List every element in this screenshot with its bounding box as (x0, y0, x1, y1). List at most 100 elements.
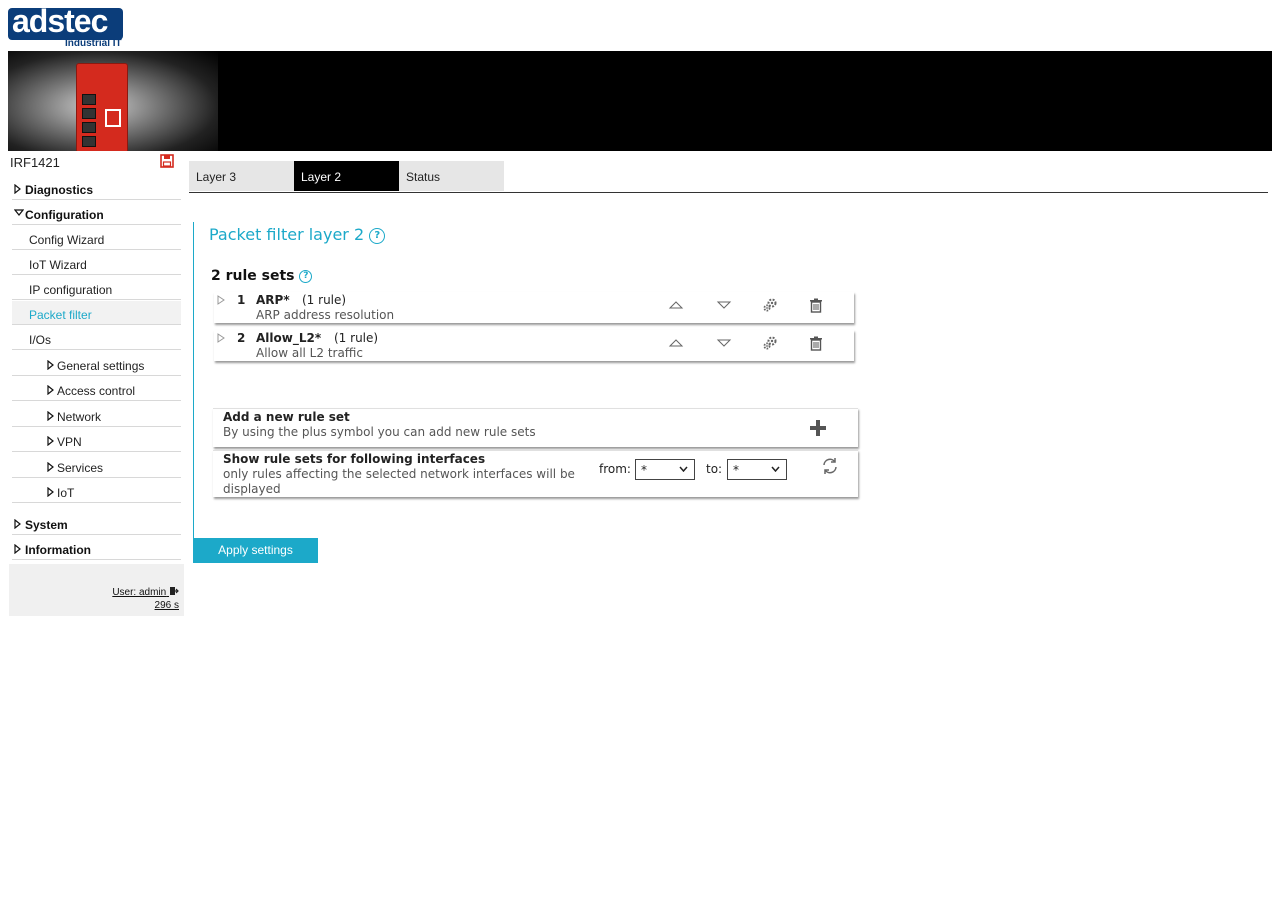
rule-description: Allow all L2 traffic (256, 346, 364, 360)
tab-bar: Layer 3 Layer 2 Status (189, 161, 1268, 193)
add-rule-set-description: By using the plus symbol you can add new… (223, 425, 536, 439)
rule-description: ARP address resolution (256, 308, 395, 322)
from-select-value: * (641, 463, 647, 477)
to-interface-select[interactable]: * (727, 459, 787, 480)
nav-label: General settings (57, 359, 145, 373)
move-up-icon[interactable] (668, 297, 684, 313)
rule-number: 2 (237, 331, 246, 345)
interface-filter-panel: Show rule sets for following interfaces … (213, 450, 858, 497)
add-rule-set-title: Add a new rule set (223, 410, 350, 424)
adstec-logo: adstec Industrial IT (8, 3, 128, 49)
triangle-right-icon (47, 487, 54, 497)
page-title-text: Packet filter layer 2 (209, 225, 365, 244)
expand-icon[interactable] (217, 333, 225, 343)
nav-iot-wizard[interactable]: IoT Wizard (12, 251, 181, 275)
triangle-right-icon (47, 385, 54, 395)
device-image (76, 63, 128, 151)
logo-text: adstec (12, 3, 108, 39)
trash-icon[interactable] (808, 335, 824, 351)
move-down-icon[interactable] (716, 335, 732, 351)
nav-network[interactable]: Network (12, 403, 181, 427)
nav-label: Packet filter (29, 308, 92, 322)
nav-label: I/Os (29, 333, 52, 347)
triangle-right-icon (47, 360, 54, 370)
nav-ip-configuration[interactable]: IP configuration (12, 276, 181, 300)
logo-subtitle: Industrial IT (65, 38, 122, 49)
rule-set-row: 1 ARP* (1 rule) ARP address resolution (214, 292, 854, 323)
nav-label: Configuration (25, 208, 104, 222)
user-session-box: User: admin 296 s (9, 564, 184, 616)
nav-access-control[interactable]: Access control (12, 377, 181, 401)
rule-set-count-text: 2 rule sets (211, 268, 295, 284)
to-label: to: (706, 462, 723, 476)
from-interface-select[interactable]: * (635, 459, 695, 480)
triangle-down-icon (14, 209, 24, 216)
nav-system[interactable]: System (12, 511, 181, 535)
nav-label: IP configuration (29, 283, 113, 297)
chevron-down-icon (679, 466, 688, 472)
content-divider (193, 222, 194, 540)
gears-icon[interactable] (762, 297, 778, 313)
tab-label: Layer 2 (301, 170, 342, 184)
move-down-icon[interactable] (716, 297, 732, 313)
nav-label: Services (57, 461, 104, 475)
triangle-right-icon (47, 411, 54, 421)
nav-packet-filter[interactable]: Packet filter (12, 301, 181, 325)
nav-label: VPN (57, 435, 82, 449)
to-select-value: * (733, 463, 739, 477)
nav-label: Access control (57, 384, 136, 398)
triangle-right-icon (47, 462, 54, 472)
triangle-right-icon (14, 519, 21, 529)
user-label: User: admin (112, 587, 167, 598)
tab-label: Status (406, 170, 441, 184)
refresh-icon[interactable] (821, 457, 839, 475)
from-label: from: (599, 462, 631, 476)
expand-icon[interactable] (217, 295, 225, 305)
nav-vpn[interactable]: VPN (12, 428, 181, 452)
user-link[interactable]: User: admin (112, 586, 179, 598)
rule-count: (1 rule) (302, 293, 347, 307)
chevron-down-icon (771, 466, 780, 472)
rule-number: 1 (237, 293, 246, 307)
apply-settings-button[interactable]: Apply settings (193, 538, 318, 563)
nav-label: IoT (57, 486, 75, 500)
nav-label: IoT Wizard (29, 258, 87, 272)
rule-set-count: 2 rule sets ? (211, 268, 313, 284)
help-icon[interactable]: ? (299, 269, 313, 283)
rule-set-row: 2 Allow_L2* (1 rule) Allow all L2 traffi… (214, 330, 854, 361)
gears-icon[interactable] (762, 335, 778, 351)
tab-layer-3[interactable]: Layer 3 (189, 161, 294, 191)
nav-label: System (25, 518, 68, 532)
rule-name: ARP* (256, 293, 290, 307)
nav-services[interactable]: Services (12, 454, 181, 478)
nav-configuration[interactable]: Configuration (12, 201, 181, 225)
triangle-right-icon (47, 436, 54, 446)
nav-information[interactable]: Information (12, 536, 181, 560)
triangle-right-icon (14, 544, 21, 554)
nav-label: Network (57, 410, 102, 424)
nav-config-wizard[interactable]: Config Wizard (12, 226, 181, 250)
save-icon[interactable] (160, 154, 174, 168)
nav-iot[interactable]: IoT (12, 479, 181, 503)
device-name: IRF1421 (10, 155, 60, 170)
page-title: Packet filter layer 2 ? (209, 225, 386, 244)
nav-label: Diagnostics (25, 183, 94, 197)
tab-status[interactable]: Status (399, 161, 504, 191)
add-rule-set-panel: Add a new rule set By using the plus sym… (213, 408, 858, 447)
nav-diagnostics[interactable]: Diagnostics (12, 176, 181, 200)
plus-icon[interactable] (809, 419, 827, 437)
session-timer[interactable]: 296 s (155, 600, 179, 611)
triangle-right-icon (14, 184, 21, 194)
filter-description: only rules affecting the selected networ… (223, 467, 575, 496)
move-up-icon[interactable] (668, 335, 684, 351)
tab-label: Layer 3 (196, 170, 237, 184)
help-icon[interactable]: ? (369, 227, 386, 244)
trash-icon[interactable] (808, 297, 824, 313)
filter-title: Show rule sets for following interfaces (223, 452, 486, 466)
logout-icon[interactable] (169, 586, 179, 596)
tab-layer-2[interactable]: Layer 2 (294, 161, 399, 191)
nav-general-settings[interactable]: General settings (12, 352, 181, 376)
nav-ios[interactable]: I/Os (12, 326, 181, 350)
nav-label: Information (25, 543, 91, 557)
rule-count: (1 rule) (334, 331, 379, 345)
